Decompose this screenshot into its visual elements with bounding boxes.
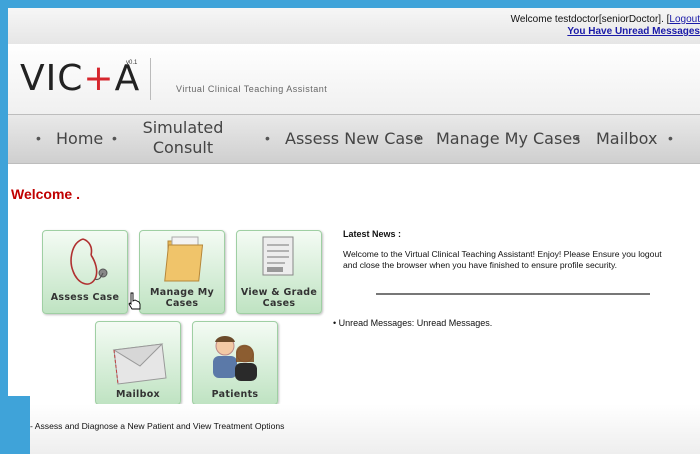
window-frame-top bbox=[0, 0, 700, 8]
folder-icon bbox=[164, 236, 204, 282]
stethoscope-icon bbox=[70, 238, 108, 285]
people-icon bbox=[213, 336, 257, 381]
view-grade-cases-tile[interactable]: View & Grade Cases bbox=[236, 230, 322, 314]
document-icon bbox=[262, 236, 294, 276]
hand-cursor-icon bbox=[128, 292, 141, 310]
envelope-icon bbox=[112, 343, 167, 385]
nav-item-assess-new-case[interactable]: Assess New Case bbox=[285, 129, 423, 149]
app-tagline: Virtual Clinical Teaching Assistant bbox=[176, 84, 328, 94]
victa-logo[interactable]: VIC+A bbox=[20, 58, 140, 99]
nav-separator: • bbox=[668, 130, 673, 146]
nav-separator: • bbox=[265, 130, 270, 146]
logout-link[interactable]: Logout bbox=[669, 14, 700, 25]
manage-my-cases-tile[interactable]: Manage My Cases bbox=[139, 230, 225, 314]
nav-item-simulated-consult[interactable]: Simulated Consult bbox=[138, 118, 228, 158]
top-bar: Welcome testdoctor[seniorDoctor]. [Logou… bbox=[8, 8, 700, 44]
window-frame-corner bbox=[0, 396, 30, 454]
nav-item-mailbox[interactable]: Mailbox bbox=[596, 129, 657, 149]
latest-news-body: Welcome to the Virtual Clinical Teaching… bbox=[343, 249, 662, 270]
logo-divider bbox=[150, 58, 151, 100]
nav-item-home[interactable]: Home bbox=[56, 129, 103, 149]
logo-band: VIC+A v0.1 Virtual Clinical Teaching Ass… bbox=[8, 44, 700, 114]
unread-messages-status: • Unread Messages: Unread Messages. bbox=[333, 318, 493, 328]
tile-label: Patients bbox=[211, 389, 259, 400]
nav-item-manage-my-cases[interactable]: Manage My Cases bbox=[436, 129, 581, 149]
tile-hint-text: - Assess and Diagnose a New Patient and … bbox=[30, 421, 285, 431]
nav-separator: • bbox=[416, 130, 421, 146]
mailbox-tile[interactable]: Mailbox bbox=[95, 321, 181, 405]
latest-news-title: Latest News : bbox=[343, 229, 402, 239]
page-heading: Welcome . bbox=[11, 186, 80, 202]
patients-tile[interactable]: Patients bbox=[192, 321, 278, 405]
nav-separator: • bbox=[575, 130, 580, 146]
tile-label: Assess Case bbox=[50, 292, 120, 303]
news-divider bbox=[376, 293, 650, 295]
nav-separator: • bbox=[112, 130, 117, 146]
assess-case-tile[interactable]: Assess Case bbox=[42, 230, 128, 314]
tile-label: Manage My Cases bbox=[150, 287, 214, 309]
window-frame-left bbox=[0, 0, 8, 454]
welcome-user-text: Welcome testdoctor[seniorDoctor]. [Logou… bbox=[511, 14, 700, 25]
welcome-prefix: Welcome testdoctor[seniorDoctor]. [ bbox=[510, 14, 670, 25]
logo-version: v0.1 bbox=[126, 60, 138, 66]
tile-label: View & Grade Cases bbox=[240, 287, 318, 309]
page: Welcome testdoctor[seniorDoctor]. [Logou… bbox=[8, 8, 700, 454]
main-navbar: • Home • Simulated Consult • Assess New … bbox=[8, 114, 700, 164]
tile-label: Mailbox bbox=[116, 389, 160, 400]
unread-messages-link[interactable]: You Have Unread Messages bbox=[567, 26, 700, 37]
nav-separator: • bbox=[36, 130, 41, 146]
